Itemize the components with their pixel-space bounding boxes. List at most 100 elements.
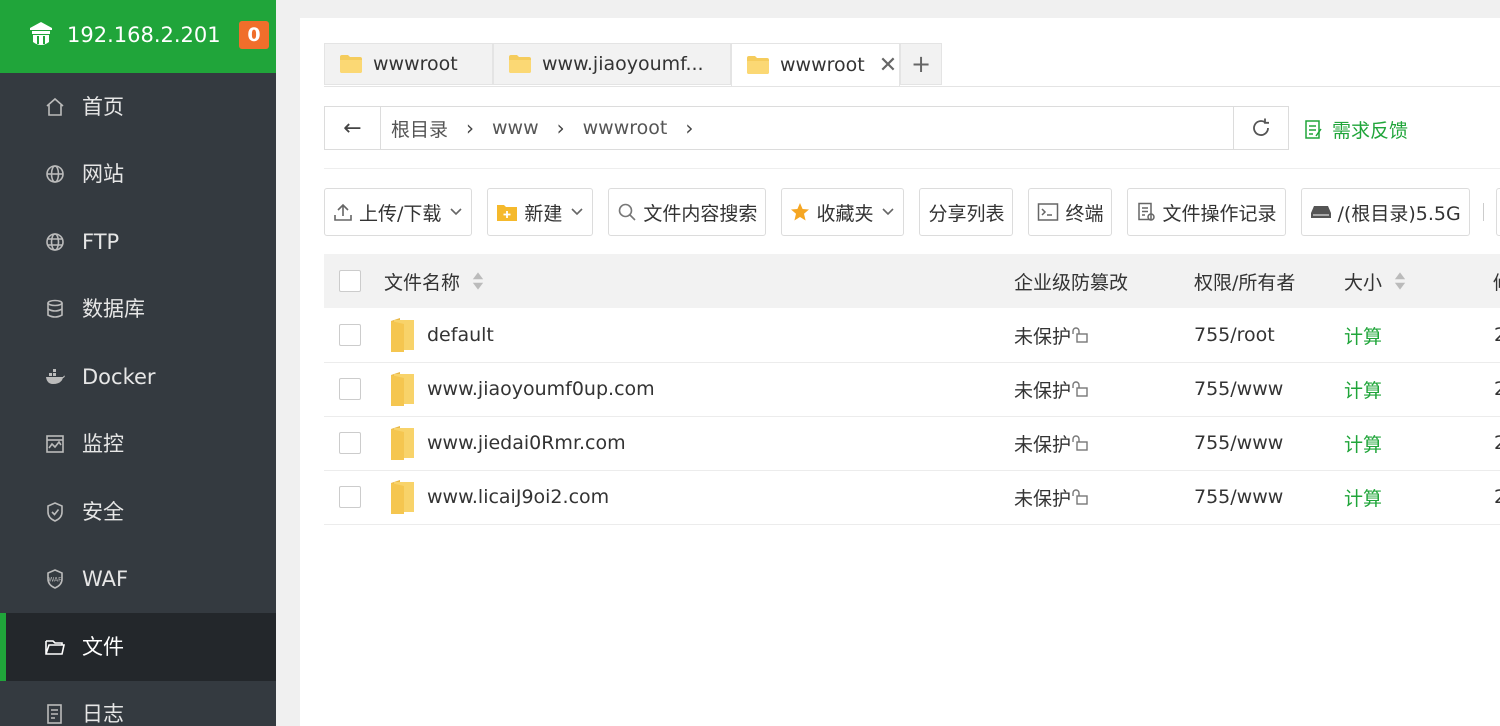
- modified-time: 2: [1494, 486, 1500, 508]
- tab-wwwroot-1[interactable]: wwwroot: [324, 43, 493, 85]
- sidebar-item-ftp[interactable]: FTP: [0, 208, 276, 276]
- tab-divider: [324, 86, 1500, 87]
- row-checkbox[interactable]: [339, 324, 361, 346]
- content-search-button[interactable]: 文件内容搜索: [608, 188, 767, 236]
- row-name-cell[interactable]: www.jiaoyoumf0up.com: [390, 362, 655, 416]
- add-tab-button[interactable]: +: [900, 43, 942, 85]
- breadcrumb-wwwroot[interactable]: wwwroot: [583, 117, 668, 139]
- share-list-button[interactable]: 分享列表: [919, 188, 1014, 236]
- enterprise-button[interactable]: 企业: [1495, 188, 1500, 236]
- permission-owner[interactable]: 755/root: [1194, 324, 1275, 346]
- file-name[interactable]: www.licaiJ9oi2.com: [427, 486, 609, 508]
- sidebar-item-website[interactable]: 网站: [0, 141, 276, 209]
- calculate-size-link[interactable]: 计算: [1344, 376, 1382, 403]
- row-checkbox[interactable]: [339, 486, 361, 508]
- breadcrumb-root[interactable]: 根目录: [391, 115, 448, 142]
- file-name[interactable]: www.jiaoyoumf0up.com: [427, 378, 655, 400]
- sidebar-item-label: Docker: [82, 364, 156, 389]
- back-button[interactable]: ←: [325, 107, 381, 149]
- sort-icon[interactable]: [472, 269, 484, 293]
- row-perm-cell[interactable]: 755/root: [1194, 308, 1275, 362]
- disk-usage-button[interactable]: /(根目录)5.5G: [1300, 188, 1470, 236]
- upload-download-button[interactable]: 上传/下载: [324, 188, 473, 236]
- sidebar-item-home[interactable]: 首页: [0, 73, 276, 141]
- sort-icon[interactable]: [1394, 269, 1406, 293]
- folder-icon: [391, 426, 414, 460]
- search-icon: [619, 203, 636, 221]
- terminal-button[interactable]: 终端: [1028, 188, 1113, 236]
- row-checkbox[interactable]: [339, 378, 361, 400]
- message-count-badge[interactable]: 0: [239, 21, 269, 49]
- refresh-button[interactable]: [1233, 106, 1289, 150]
- plus-icon: +: [910, 50, 932, 78]
- file-name[interactable]: www.jiedai0Rmr.com: [427, 432, 626, 454]
- calculate-size-link[interactable]: 计算: [1344, 322, 1382, 349]
- toolbar-divider: [1482, 203, 1484, 221]
- sidebar-item-docker[interactable]: Docker: [0, 343, 276, 411]
- folder-icon: [747, 56, 769, 74]
- calculate-size-link[interactable]: 计算: [1344, 484, 1382, 511]
- row-tamper-cell[interactable]: 未保护: [1014, 308, 1089, 362]
- row-tamper-cell[interactable]: 未保护: [1014, 362, 1089, 416]
- row-name-cell[interactable]: www.jiedai0Rmr.com: [390, 416, 626, 470]
- header-name[interactable]: 文件名称: [384, 254, 484, 308]
- header-size[interactable]: 大小: [1344, 254, 1406, 308]
- row-tamper-cell[interactable]: 未保护: [1014, 470, 1089, 524]
- row-size-cell[interactable]: 计算: [1344, 416, 1382, 470]
- star-icon: [791, 203, 810, 221]
- sidebar-item-files[interactable]: 文件: [0, 613, 276, 681]
- table-row[interactable]: www.jiedai0Rmr.com 未保护 755/www 计算 2: [324, 416, 1500, 471]
- file-table-header: 文件名称 企业级防篡改 权限/所有者 大小 修: [324, 254, 1500, 308]
- row-name-cell[interactable]: www.licaiJ9oi2.com: [390, 470, 609, 524]
- sidebar: 192.168.2.201 0 首页 网站 FTP 数据库 Docker 监控: [0, 0, 276, 726]
- svg-text:WAF: WAF: [48, 577, 62, 584]
- select-all-checkbox[interactable]: [339, 270, 361, 292]
- sidebar-item-label: 安全: [82, 499, 124, 524]
- tamper-status: 未保护: [1014, 325, 1072, 348]
- log-icon: [47, 704, 62, 725]
- row-size-cell[interactable]: 计算: [1344, 470, 1382, 524]
- permission-owner[interactable]: 755/www: [1194, 432, 1283, 454]
- sidebar-item-security[interactable]: 安全: [0, 478, 276, 546]
- sidebar-item-logs[interactable]: 日志: [0, 681, 276, 726]
- table-row[interactable]: www.licaiJ9oi2.com 未保护 755/www 计算 2: [324, 470, 1500, 525]
- header-modified-label: 修: [1493, 268, 1500, 295]
- file-oplog-button[interactable]: 文件操作记录: [1127, 188, 1286, 236]
- row-tamper-cell[interactable]: 未保护: [1014, 416, 1089, 470]
- select-all-cell: [339, 254, 361, 308]
- row-checkbox[interactable]: [339, 432, 361, 454]
- breadcrumb-www[interactable]: www: [492, 117, 539, 139]
- breadcrumb[interactable]: 根目录 › www › wwwroot ›: [381, 115, 711, 142]
- upload-label: 上传/下载: [359, 202, 442, 225]
- permission-owner[interactable]: 755/www: [1194, 378, 1283, 400]
- tab-label: wwwroot: [780, 54, 865, 76]
- favorites-button[interactable]: 收藏夹: [781, 188, 905, 236]
- sidebar-item-database[interactable]: 数据库: [0, 276, 276, 344]
- feedback-link[interactable]: 需求反馈: [1304, 116, 1408, 143]
- row-size-cell[interactable]: 计算: [1344, 308, 1382, 362]
- row-perm-cell[interactable]: 755/www: [1194, 470, 1283, 524]
- row-select-cell: [339, 470, 361, 524]
- sidebar-item-monitor[interactable]: 监控: [0, 411, 276, 479]
- row-name-cell[interactable]: default: [390, 308, 494, 362]
- permission-owner[interactable]: 755/www: [1194, 486, 1283, 508]
- baota-logo-icon: [30, 22, 52, 45]
- tab-wwwroot-active[interactable]: wwwroot ✕: [731, 43, 900, 87]
- close-tab-icon[interactable]: ✕: [879, 53, 897, 78]
- row-perm-cell[interactable]: 755/www: [1194, 416, 1283, 470]
- home-icon: [46, 97, 64, 116]
- tab-jiaoyoumf[interactable]: www.jiaoyoumf...: [493, 43, 731, 85]
- favorites-label: 收藏夹: [816, 202, 874, 225]
- sidebar-item-waf[interactable]: WAF WAF: [0, 546, 276, 614]
- row-perm-cell[interactable]: 755/www: [1194, 362, 1283, 416]
- file-name[interactable]: default: [427, 324, 494, 346]
- sidebar-item-label: 监控: [82, 432, 124, 457]
- table-row[interactable]: www.jiaoyoumf0up.com 未保护 755/www 计算 2: [324, 362, 1500, 417]
- row-size-cell[interactable]: 计算: [1344, 362, 1382, 416]
- table-row[interactable]: default 未保护 755/root 计算 2: [324, 308, 1500, 363]
- new-button[interactable]: 新建: [487, 188, 594, 236]
- sidebar-item-label: 日志: [82, 702, 124, 726]
- header-name-label: 文件名称: [384, 271, 461, 294]
- calculate-size-link[interactable]: 计算: [1344, 430, 1382, 457]
- folder-tabs: wwwroot www.jiaoyoumf... wwwroot ✕ +: [324, 43, 942, 87]
